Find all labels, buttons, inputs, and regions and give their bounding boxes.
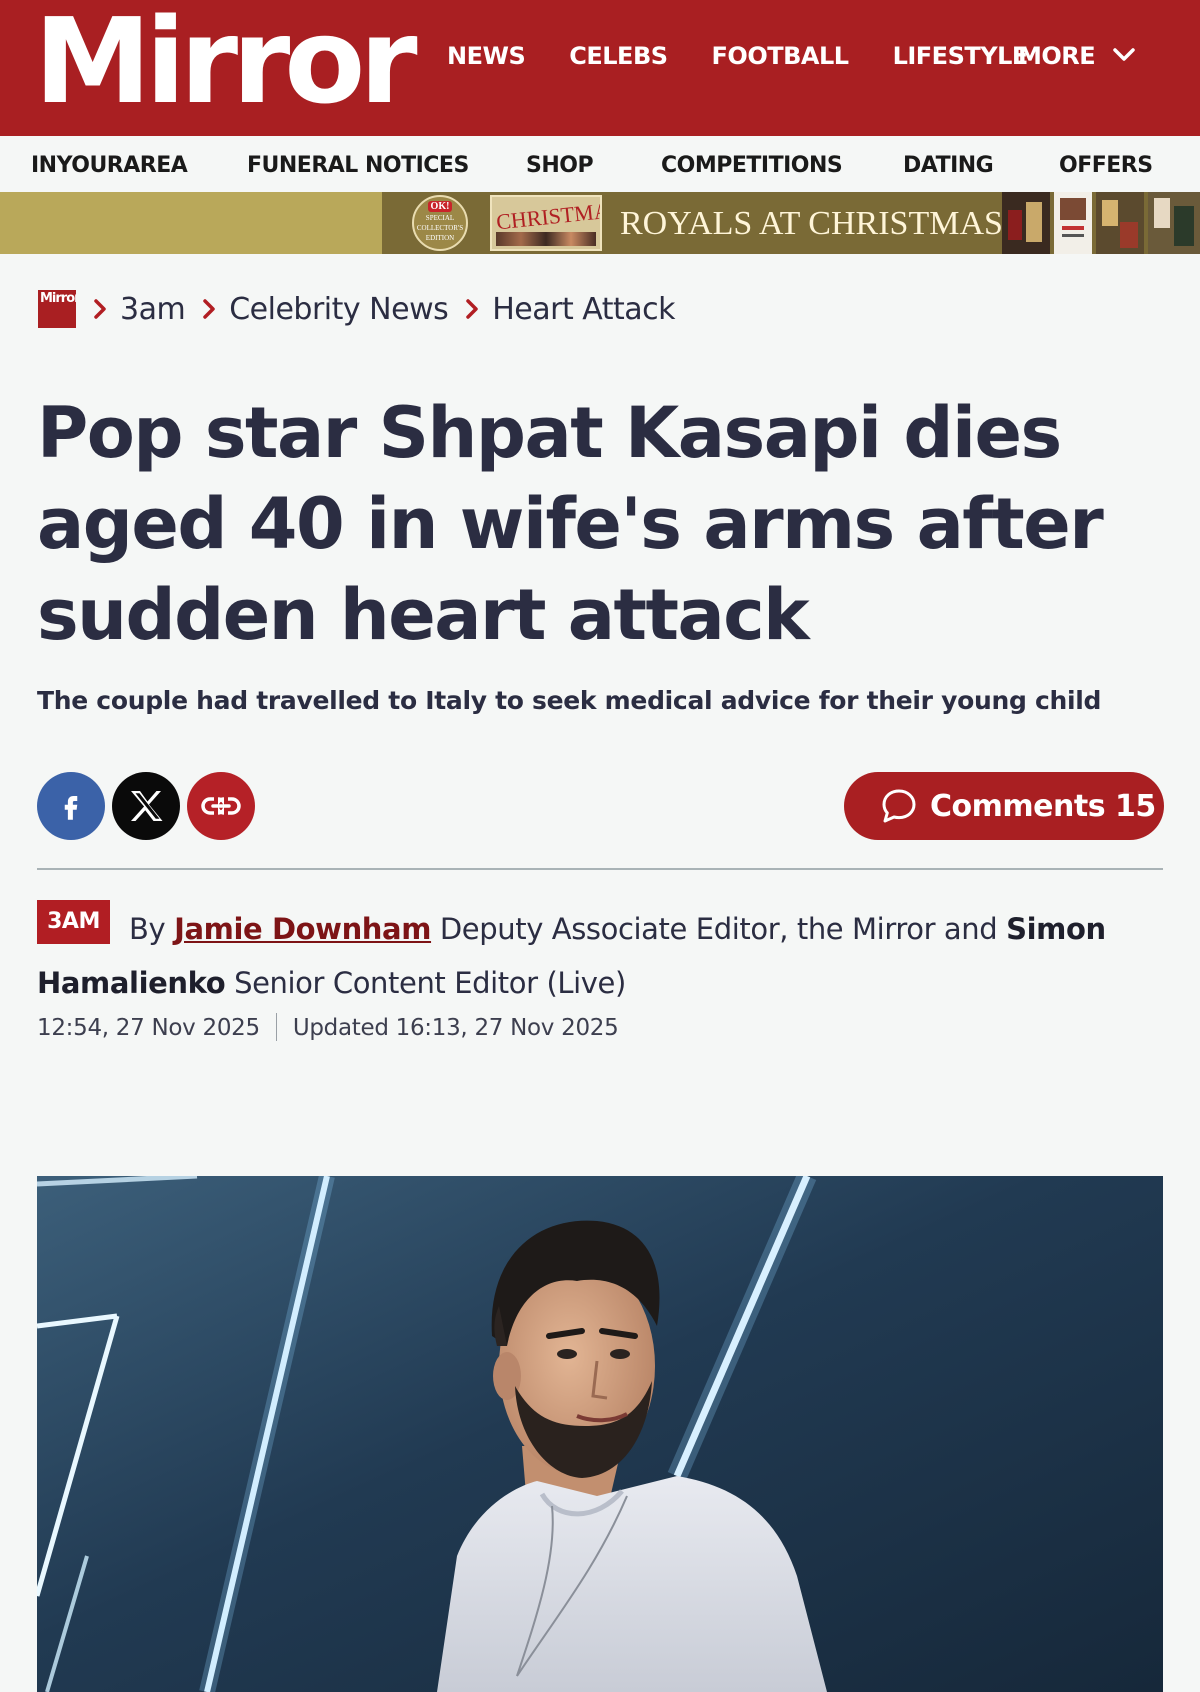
date-separator — [275, 1013, 277, 1041]
breadcrumb-item-3am[interactable]: 3am — [120, 292, 186, 327]
nav-football[interactable]: FOOTBALL — [712, 42, 850, 70]
magazine-cover-photos — [496, 232, 596, 246]
ok-magazine-logo: OK! — [427, 201, 453, 212]
main-nav: NEWS CELEBS FOOTBALL LIFESTYLE MORE — [447, 42, 1135, 70]
published-time: 12:54, 27 Nov 2025 — [37, 1015, 260, 1041]
article-dates: 12:54, 27 Nov 2025 Updated 16:13, 27 Nov … — [37, 1013, 619, 1041]
site-header: Mirror NEWS CELEBS FOOTBALL LIFESTYLE MO… — [0, 0, 1200, 136]
nav-more-label: MORE — [1018, 42, 1096, 70]
comments-count-label: Comments 15 — [930, 788, 1156, 824]
facebook-icon — [64, 796, 78, 820]
chevron-right-icon — [462, 298, 482, 320]
x-icon — [131, 791, 163, 821]
author2-role: Senior Content Editor (Live) — [234, 966, 626, 1000]
promo-thumbnails-image — [1002, 192, 1200, 254]
magazine-cover-image: CHRISTMAS — [490, 195, 602, 251]
subnav-inyourarea[interactable]: INYOURAREA — [31, 153, 188, 178]
breadcrumb-item-heart-attack[interactable]: Heart Attack — [492, 292, 675, 327]
chevron-right-icon — [90, 298, 110, 320]
promo-banner[interactable]: OK! SPECIAL COLLECTOR'S EDITION CHRISTMA… — [0, 192, 1200, 254]
nav-more-button[interactable]: MORE — [1018, 42, 1135, 70]
link-icon — [201, 797, 241, 815]
nav-news[interactable]: NEWS — [447, 42, 526, 70]
article-byline: By Jamie Downham Deputy Associate Editor… — [37, 902, 1177, 1010]
copy-link-button[interactable] — [187, 772, 255, 840]
breadcrumb-item-celebrity-news[interactable]: Celebrity News — [229, 292, 449, 327]
byline-by: By — [129, 912, 166, 946]
chevron-down-icon — [1113, 48, 1135, 61]
updated-time: Updated 16:13, 27 Nov 2025 — [292, 1015, 619, 1041]
author-link-jamie-downham[interactable]: Jamie Downham — [174, 912, 431, 946]
author1-role: Deputy Associate Editor, the Mirror and — [439, 912, 998, 946]
share-facebook-button[interactable] — [37, 772, 105, 840]
promo-badge-text: SPECIAL COLLECTOR'S EDITION — [416, 214, 464, 242]
share-x-button[interactable] — [112, 772, 180, 840]
hero-image[interactable] — [37, 1176, 1163, 1692]
article-standfirst: The couple had travelled to Italy to see… — [37, 686, 1102, 715]
nav-celebs[interactable]: CELEBS — [569, 42, 668, 70]
promo-badge: OK! SPECIAL COLLECTOR'S EDITION — [412, 195, 468, 251]
share-divider — [37, 868, 1163, 870]
promo-banner-content: OK! SPECIAL COLLECTOR'S EDITION CHRISTMA… — [382, 192, 1200, 254]
magazine-cover-title: CHRISTMAS — [494, 196, 602, 235]
breadcrumb-home-logo[interactable]: Mirror — [38, 290, 76, 328]
hero-photo — [37, 1176, 1163, 1692]
mirror-logo[interactable]: Mirror — [34, 2, 418, 120]
chevron-right-icon — [199, 298, 219, 320]
subnav-funeral-notices[interactable]: FUNERAL NOTICES — [247, 153, 469, 178]
subnav-competitions[interactable]: COMPETITIONS — [661, 153, 843, 178]
subnav-shop[interactable]: SHOP — [526, 153, 594, 178]
subnav-offers[interactable]: OFFERS — [1059, 153, 1153, 178]
promo-headline: ROYALS AT CHRISTMAS — [620, 205, 1003, 242]
article-headline: Pop star Shpat Kasapi dies aged 40 in wi… — [37, 392, 1104, 656]
secondary-nav: INYOURAREA FUNERAL NOTICES SHOP COMPETIT… — [0, 136, 1200, 192]
subnav-dating[interactable]: DATING — [903, 153, 994, 178]
comments-button[interactable]: Comments 15 — [844, 772, 1164, 840]
nav-lifestyle[interactable]: LIFESTYLE — [893, 42, 1029, 70]
breadcrumb: Mirror 3am Celebrity News Heart Attack — [38, 289, 676, 329]
comment-icon — [882, 789, 916, 823]
